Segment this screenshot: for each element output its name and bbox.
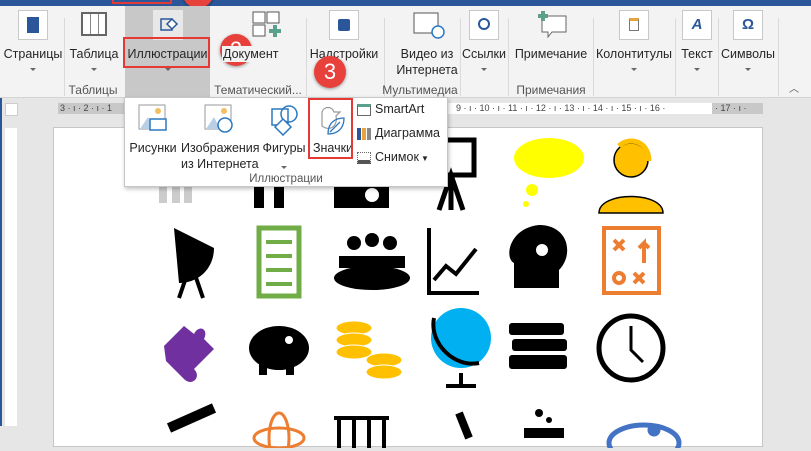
document-label: Документ [222,46,280,62]
illustrations-dropdown: Рисунки Изображения из Интернета Фигуры … [124,97,448,187]
table-label: Таблица [69,47,119,61]
telescope-icon [166,403,217,433]
playbook-icon [602,226,661,295]
chart-button[interactable]: Диаграмма [357,125,440,141]
chevron-down-icon [164,68,171,71]
camera-icon [357,151,371,164]
highlight-illustrations [123,37,210,68]
symbols-button[interactable]: Ω Символы [719,6,777,86]
callout-3: 3 [314,56,346,88]
links-label: Ссылки [461,47,506,61]
pictures-icon [138,104,167,131]
header-footer-label: Колонтитулы [595,47,673,61]
highlight-icons-button [308,98,353,159]
video-icon [412,10,445,40]
header-footer-button[interactable]: Колонтитулы [594,6,674,86]
tab-selector-button[interactable] [5,103,18,116]
group-label-tables: Таблицы [68,83,118,97]
new-comment-icon [536,10,567,40]
puzzle-icon [164,326,214,382]
video-label-2: Интернета [396,63,458,77]
lab-rack-icon [334,416,389,448]
smartart-label: SmartArt [375,102,425,116]
illustrations-group-label: Иллюстрации [249,173,323,185]
video-label: Видео из [400,47,454,61]
text-button[interactable]: A Текст [677,6,717,86]
pages-label: Страницы [3,47,63,61]
comment-button[interactable]: Примечание [510,6,592,86]
coins-icon [335,320,403,380]
chevron-down-icon [91,68,97,71]
books-icon [509,323,567,369]
head-gears-icon [509,225,568,288]
pictures-button[interactable]: Рисунки [128,104,178,156]
thought-cloud-icon [514,138,584,207]
text-icon: A [682,10,712,40]
ribbon: Страницы Таблица Иллюстрации Таблицы Тем… [0,6,811,98]
shapes-icon [271,105,298,137]
chevron-down-icon [481,68,487,71]
shapes-button[interactable]: Фигуры [259,104,309,169]
ruler-right-ticks: 9 · ı · 10 · ı · 11 · ı · 12 · ı · 13 · … [456,103,666,113]
chevron-down-icon [281,166,287,169]
chart-icon [357,127,371,140]
highlight-insert-tab [112,0,172,4]
group-label-themed: Тематический... [214,83,302,97]
support-agent-icon [598,138,664,214]
link-icon [469,10,499,40]
chevron-down-icon [745,68,751,71]
atom-icon [252,411,306,451]
text-label: Текст [681,47,713,61]
ruler-left-ticks: 3 · ı · 2 · ı · 1 [60,103,113,113]
group-label-comments: Примечания [516,83,586,97]
pages-icon [18,10,48,40]
smartart-icon [357,103,371,116]
smartart-button[interactable]: SmartArt [357,101,424,117]
table-button[interactable]: Таблица [66,6,122,86]
table-icon [79,10,109,40]
chevron-down-icon [30,68,36,71]
online-pictures-icon [204,104,233,133]
online-pictures-button[interactable]: Изображения из Интернета [181,104,260,172]
clock-icon [596,313,666,383]
addins-icon [329,10,359,40]
header-footer-icon [619,10,649,40]
checklist-icon [256,225,302,299]
screenshot-label: Снимок [375,150,419,164]
pictures-label: Рисунки [129,141,177,155]
globe-icon [431,308,491,388]
chevron-down-icon [694,68,700,71]
comment-label: Примечание [514,47,588,61]
chevron-down-icon: ▼ [420,154,429,163]
online-video-button[interactable]: Видео из Интернета [388,6,466,86]
shapes-icon [152,10,183,40]
collapse-ribbon-chevron-icon[interactable]: ︿ [789,85,799,95]
online-pictures-label: Изображения [181,141,260,155]
document-parts-icon [251,10,281,40]
links-button[interactable]: Ссылки [461,6,507,86]
group-label-media: Мультимедиа [382,83,458,97]
ruler-margin-ticks: · 17 · ı · [715,103,747,113]
pages-button[interactable]: Страницы [2,6,64,86]
piggy-bank-icon [249,326,309,375]
chevron-down-icon [631,68,637,71]
omega-icon: Ω [733,10,763,40]
meeting-icon [334,233,410,290]
online-pictures-label-2: из Интернета [181,157,259,171]
palette-icon [606,422,682,451]
vertical-ruler[interactable] [5,128,17,426]
chart-label: Диаграмма [375,126,441,140]
growth-chart-icon [427,228,479,295]
satellite-dish-icon [174,228,214,299]
flask-icon [524,409,564,438]
screenshot-button[interactable]: Снимок ▼ [357,149,429,167]
symbols-label: Символы [720,47,776,61]
shapes-label: Фигуры [262,141,306,155]
